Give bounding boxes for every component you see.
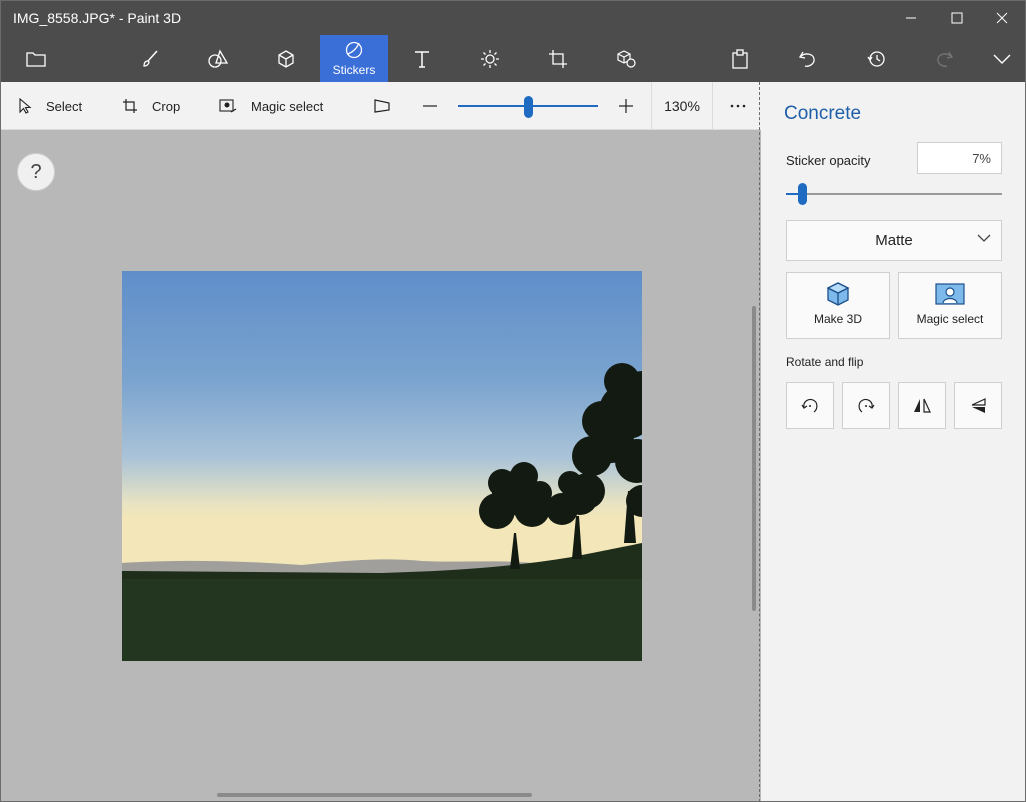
magic-select-button-label: Magic select [916, 312, 984, 326]
sticker-icon [345, 41, 363, 59]
chevron-down-icon [977, 234, 991, 242]
sticker-opacity-label: Sticker opacity [786, 153, 871, 168]
undo-button[interactable] [787, 35, 829, 82]
menu-button[interactable] [15, 35, 57, 82]
brush-icon [143, 49, 158, 67]
cursor-icon [19, 98, 32, 114]
zoom-level[interactable]: 130% [651, 82, 713, 130]
rotate-right-icon [858, 398, 875, 412]
more-dots-icon [730, 104, 746, 108]
zoom-out-button[interactable] [422, 82, 452, 130]
magic-select-icon [219, 99, 237, 113]
sticker-opacity-input[interactable]: 7% [917, 142, 1002, 174]
close-button[interactable] [979, 1, 1025, 35]
vertical-scrollbar[interactable] [752, 306, 756, 611]
tab-stickers-label: Stickers [332, 63, 376, 77]
help-button[interactable]: ? [17, 153, 55, 191]
finish-dropdown-value: Matte [875, 232, 913, 249]
undo-icon [798, 51, 815, 67]
horizontal-scrollbar[interactable] [217, 793, 532, 797]
make-3d-label: Make 3D [813, 312, 863, 326]
select-label: Select [46, 98, 83, 114]
more-options-button[interactable] [729, 82, 761, 130]
shapes-icon [208, 48, 229, 68]
crop-label: Crop [152, 98, 181, 114]
3d-library-icon [617, 49, 636, 68]
paste-button[interactable] [719, 35, 761, 82]
magic-select-button[interactable]: Magic select [898, 272, 1002, 339]
redo-icon [937, 51, 954, 67]
tab-3d-library[interactable] [605, 35, 647, 82]
folder-icon [26, 51, 46, 67]
plus-icon [619, 99, 633, 113]
chevron-down-icon [993, 54, 1011, 64]
view-3d-button[interactable] [373, 82, 405, 130]
make-3d-button[interactable]: Make 3D [786, 272, 890, 339]
history-icon [867, 50, 885, 67]
flip-vertical-button[interactable] [954, 382, 1002, 429]
maximize-icon [951, 12, 963, 24]
minimize-button[interactable] [888, 1, 934, 35]
tab-effects[interactable] [469, 35, 511, 82]
crop-icon [123, 99, 137, 113]
rotate-flip-label: Rotate and flip [786, 355, 864, 369]
rotate-left-button[interactable] [786, 382, 834, 429]
cube-icon [278, 49, 294, 68]
toolbar: Select Crop Magic select [1, 82, 761, 130]
rotate-right-button[interactable] [842, 382, 890, 429]
crop-tool[interactable]: Crop [122, 82, 180, 130]
rotate-left-icon [801, 398, 818, 412]
tab-canvas[interactable] [537, 35, 579, 82]
panel-divider [759, 82, 760, 801]
minus-icon [423, 105, 437, 107]
tab-3d-shapes[interactable] [265, 35, 307, 82]
perspective-icon [374, 99, 390, 113]
minimize-icon [906, 17, 916, 19]
side-panel: Concrete Sticker opacity 7% Matte Make 3… [761, 82, 1025, 801]
redo-button[interactable] [923, 35, 965, 82]
finish-dropdown[interactable]: Matte [786, 220, 1002, 261]
opacity-slider-track[interactable] [786, 193, 1002, 195]
paint3d-window: IMG_8558.JPG* - Paint 3D Stickers Select… [0, 0, 1026, 802]
text-icon [415, 50, 429, 68]
magic-select-person-icon [935, 283, 965, 305]
tab-brushes[interactable] [129, 35, 171, 82]
opacity-slider-thumb[interactable] [798, 183, 807, 205]
flip-horizontal-icon [914, 398, 931, 413]
make-3d-cube-icon [826, 282, 850, 306]
canvas-image[interactable] [122, 271, 642, 661]
clipboard-icon [732, 48, 748, 69]
title-bar: IMG_8558.JPG* - Paint 3D [1, 1, 1025, 35]
flip-horizontal-button[interactable] [898, 382, 946, 429]
magic-select-tool[interactable]: Magic select [219, 82, 323, 130]
flip-vertical-icon [971, 397, 986, 413]
select-tool[interactable]: Select [18, 82, 82, 130]
tab-2d-shapes[interactable] [197, 35, 239, 82]
magic-select-label: Magic select [251, 98, 324, 114]
window-title: IMG_8558.JPG* - Paint 3D [13, 10, 182, 26]
tab-stickers[interactable]: Stickers [320, 35, 388, 82]
maximize-button[interactable] [934, 1, 980, 35]
expand-menu-button[interactable] [981, 35, 1023, 82]
close-icon [996, 12, 1008, 24]
tab-text[interactable] [401, 35, 443, 82]
zoom-slider-thumb[interactable] [524, 96, 533, 118]
ribbon: Stickers [1, 35, 1025, 82]
effects-sun-icon [481, 49, 499, 68]
zoom-in-button[interactable] [618, 82, 648, 130]
canvas-crop-icon [549, 49, 567, 68]
history-button[interactable] [855, 35, 897, 82]
panel-title: Concrete [784, 103, 862, 124]
